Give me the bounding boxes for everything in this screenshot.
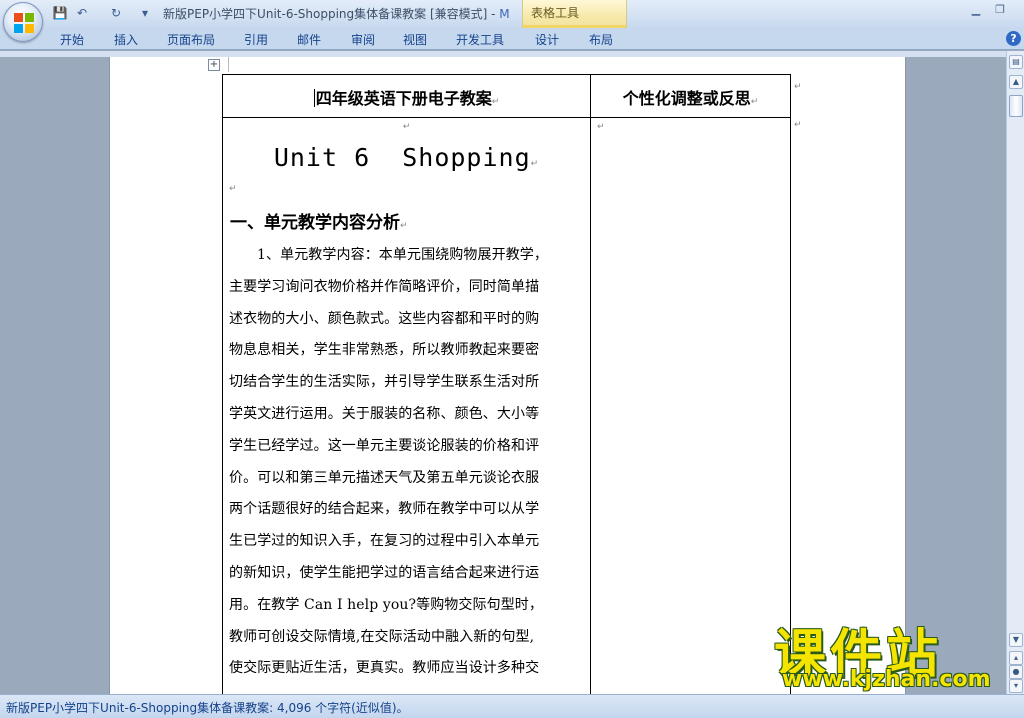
scroll-up-icon[interactable]: ▲ (1009, 75, 1023, 89)
body-line: 1、单元教学内容：本单元围绕购物展开教学， (257, 247, 549, 263)
status-text: 新版PEP小学四下Unit-6-Shopping集体备课教案: 4,096 个字… (6, 701, 409, 715)
tab-design[interactable]: 设计 (535, 31, 559, 48)
body-line: 价。可以和第三单元描述天气及第五单元谈论衣服 (229, 469, 540, 486)
body-line: 述衣物的大小、颜色款式。这些内容都和平时的购 (229, 310, 540, 327)
margin-mark (228, 57, 229, 72)
empty-paragraph: ↵ (229, 118, 584, 136)
customize-quick-access-icon[interactable]: ▾ (137, 5, 153, 21)
paragraph-mark: ↵ (530, 159, 540, 169)
unit-title: Unit 6 Shopping↵ (229, 136, 584, 180)
unit-title-text: Unit 6 Shopping (273, 143, 531, 172)
tab-view[interactable]: 视图 (403, 31, 427, 48)
table-move-handle-icon[interactable]: + (208, 59, 220, 71)
tab-mailings[interactable]: 邮件 (297, 31, 321, 48)
lesson-table: 四年级英语下册电子教案↵ 个性化调整或反思↵ ↵ Unit 6 Shopping… (222, 74, 791, 694)
tab-page-layout[interactable]: 页面布局 (167, 31, 215, 48)
body-line: 用。在教学 Can I help you?等购物交际句型时， (229, 596, 544, 613)
body-line: 的新知识，使学生能把学过的语言结合起来进行运 (229, 564, 540, 581)
title-bar: 💾 ↶ ↻ ▾ 新版PEP小学四下Unit-6-Shopping集体备课教案 [… (0, 0, 1024, 28)
tab-layout[interactable]: 布局 (589, 31, 613, 48)
table-body-left[interactable]: ↵ Unit 6 Shopping↵ ↵ 一、单元教学内容分析↵ 1、单元教学内… (222, 117, 591, 694)
watermark-url: www.kjzhan.com (782, 667, 991, 692)
scrollbar-thumb[interactable] (1009, 95, 1023, 117)
document-page[interactable]: + 四年级英语下册电子教案↵ 个性化调整或反思↵ ↵ Unit 6 Shoppi… (110, 57, 905, 694)
save-icon[interactable]: 💾 (52, 5, 68, 21)
body-line: 教师可创设交际情境,在交际活动中融入新的句型, (229, 628, 535, 645)
next-page-icon[interactable]: ▾ (1009, 679, 1023, 693)
tab-insert[interactable]: 插入 (114, 31, 138, 48)
section-heading: 一、单元教学内容分析↵ (229, 206, 584, 240)
table-body-right[interactable]: ↵ (590, 117, 791, 694)
body-line: 物息息相关，学生非常熟悉，所以教师教起来要密 (229, 342, 540, 359)
tab-developer[interactable]: 开发工具 (456, 31, 504, 48)
office-logo-icon (14, 13, 34, 33)
paragraph-mark: ↵ (402, 122, 411, 132)
minimize-button[interactable]: ▁ (968, 3, 984, 17)
redo-icon[interactable]: ↻ (108, 5, 124, 21)
paragraph-mark: ↵ (491, 97, 500, 107)
paragraph-mark: ↵ (750, 97, 759, 107)
header-right-text: 个性化调整或反思 (622, 89, 751, 108)
ribbon-tabs: 开始 插入 页面布局 引用 邮件 审阅 视图 开发工具 设计 布局 ? (0, 28, 1024, 50)
tab-references[interactable]: 引用 (244, 31, 268, 48)
row-end-mark: ↵ (794, 120, 802, 130)
document-area[interactable]: + 四年级英语下册电子教案↵ 个性化调整或反思↵ ↵ Unit 6 Shoppi… (0, 57, 1006, 694)
body-line: 生已学过的知识入手，在复习的过程中引入本单元 (229, 533, 540, 550)
vertical-scrollbar[interactable]: ▤ ▲ ▼ ▴ ● ▾ (1006, 51, 1024, 694)
paragraph-mark: ↵ (597, 122, 605, 132)
header-left-text: 四年级英语下册电子教案 (315, 89, 492, 108)
paragraph-mark: ↵ (229, 184, 237, 194)
browse-object-icon[interactable]: ● (1009, 665, 1023, 679)
table-header-left[interactable]: 四年级英语下册电子教案↵ (222, 74, 591, 118)
body-line: 切结合学生的生活实际，并引导学生联系生活对所 (229, 374, 540, 391)
ruler-toggle-icon[interactable]: ▤ (1009, 55, 1023, 69)
table-header-right[interactable]: 个性化调整或反思↵ (590, 74, 791, 118)
body-line: 主要学习询问衣物价格并作简略评价，同时简单描 (229, 278, 540, 295)
paragraph-mark: ↵ (400, 221, 408, 231)
status-bar: 新版PEP小学四下Unit-6-Shopping集体备课教案: 4,096 个字… (0, 694, 1024, 718)
restore-button[interactable]: ❐ (992, 3, 1008, 17)
previous-page-icon[interactable]: ▴ (1009, 651, 1023, 665)
app-name: M (499, 7, 510, 21)
empty-paragraph: ↵ (229, 180, 584, 202)
body-line: 两个话题很好的结合起来，教师在教学中可以从学 (229, 501, 540, 518)
section-heading-text: 一、单元教学内容分析 (230, 213, 400, 233)
office-button[interactable] (3, 2, 43, 42)
context-tab-table-tools: 表格工具 (522, 0, 627, 28)
tab-home[interactable]: 开始 (60, 31, 84, 48)
body-line: 使交际更贴近生活，更真实。教师应当设计多种交 (229, 660, 540, 677)
body-line: 学生已经学过。这一单元主要谈论服装的价格和评 (229, 437, 540, 454)
scroll-down-icon[interactable]: ▼ (1009, 633, 1023, 647)
text-cursor (313, 89, 315, 107)
undo-icon[interactable]: ↶ (74, 5, 90, 21)
tab-review[interactable]: 审阅 (351, 31, 375, 48)
context-tab-label: 表格工具 (531, 6, 580, 20)
row-end-mark: ↵ (794, 82, 802, 92)
help-icon[interactable]: ? (1006, 31, 1021, 46)
body-line: 学英文进行运用。关于服装的名称、颜色、大小等 (229, 405, 540, 422)
window-title: 新版PEP小学四下Unit-6-Shopping集体备课教案 [兼容模式] - … (163, 5, 510, 22)
document-title: 新版PEP小学四下Unit-6-Shopping集体备课教案 [兼容模式] - (163, 7, 496, 21)
